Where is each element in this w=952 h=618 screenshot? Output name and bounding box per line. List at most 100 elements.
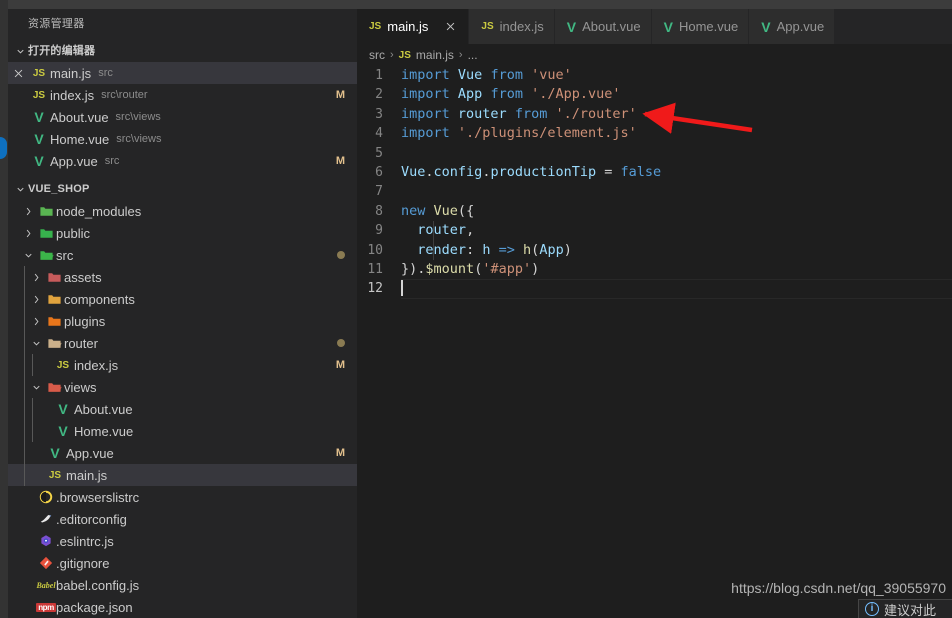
open-editor-item-app-vue[interactable]: V App.vue src M bbox=[8, 150, 357, 172]
tab-index-js[interactable]: JS index.js bbox=[469, 9, 555, 44]
tree-item-components[interactable]: components bbox=[8, 288, 357, 310]
open-editor-item-home-vue[interactable]: V Home.vue src\views bbox=[8, 128, 357, 150]
chevron-right-icon[interactable] bbox=[20, 206, 36, 217]
git-status-badge: M bbox=[335, 89, 345, 101]
code-line: 7 bbox=[357, 182, 952, 201]
tree-item-label: plugins bbox=[64, 313, 106, 329]
chevron-right-icon[interactable] bbox=[28, 272, 44, 283]
chevron-right-icon[interactable] bbox=[28, 294, 44, 305]
line-number: 5 bbox=[375, 145, 383, 161]
code-line: 8 new Vue({ bbox=[357, 202, 952, 221]
tree-item-assets[interactable]: assets bbox=[8, 266, 357, 288]
tree-item-label: node_modules bbox=[56, 203, 142, 219]
breadcrumb-item-0[interactable]: src bbox=[369, 48, 385, 62]
indent-guide bbox=[433, 221, 434, 260]
tree-item-app-vue[interactable]: V App.vue M bbox=[8, 442, 357, 464]
code-line: 6 Vue.config.productionTip = false bbox=[357, 163, 952, 182]
tree-item-browserslistrc[interactable]: .browserslistrc bbox=[8, 486, 357, 508]
chevron-down-icon[interactable] bbox=[28, 338, 44, 349]
open-editor-name: App.vue bbox=[50, 153, 98, 169]
explorer-root-label: VUE_SHOP bbox=[28, 183, 90, 195]
tab-app-vue[interactable]: V App.vue bbox=[749, 9, 836, 44]
explorer-root-header[interactable]: VUE_SHOP bbox=[8, 178, 357, 200]
tab-label: main.js bbox=[387, 19, 429, 34]
npm-icon: npm bbox=[36, 602, 56, 612]
explorer-file-tree: node_modulespublic src assets components plu… bbox=[8, 200, 357, 618]
code-text[interactable]: }).$mount('#app') bbox=[401, 260, 539, 279]
tree-item-home-vue[interactable]: V Home.vue bbox=[8, 420, 357, 442]
open-editor-path: src\views bbox=[116, 133, 162, 145]
tree-item-label: .gitignore bbox=[56, 555, 110, 571]
tree-item-main-js[interactable]: JS main.js bbox=[8, 464, 357, 486]
code-text[interactable]: import App from './App.vue' bbox=[401, 85, 621, 104]
tree-item-label: src bbox=[56, 247, 74, 263]
tree-item-babel-config-js[interactable]: Babel babel.config.js bbox=[8, 574, 357, 596]
tree-item-src[interactable]: src bbox=[8, 244, 357, 266]
tree-item-public[interactable]: public bbox=[8, 222, 357, 244]
code-text[interactable]: render: h => h(App) bbox=[401, 241, 572, 260]
code-text[interactable] bbox=[401, 279, 403, 298]
code-text[interactable]: Vue.config.productionTip = false bbox=[401, 163, 661, 182]
tab-home-vue[interactable]: V Home.vue bbox=[651, 9, 750, 44]
tree-item-index-js[interactable]: JS index.js M bbox=[8, 354, 357, 376]
close-icon[interactable] bbox=[442, 19, 458, 35]
folder-assets-icon bbox=[44, 270, 64, 285]
line-number: 3 bbox=[375, 106, 383, 122]
tree-item-node-modules[interactable]: node_modules bbox=[8, 200, 357, 222]
tree-item-package-json[interactable]: npm package.json bbox=[8, 596, 357, 618]
code-text[interactable]: import Vue from 'vue' bbox=[401, 66, 572, 85]
code-text[interactable]: router, bbox=[401, 221, 474, 240]
modified-dot-badge bbox=[337, 251, 345, 259]
code-text[interactable]: import router from './router' bbox=[401, 105, 637, 124]
open-editor-path: src bbox=[104, 155, 120, 167]
chevron-right-icon[interactable] bbox=[28, 316, 44, 327]
folder-router-icon bbox=[44, 336, 64, 351]
tab-main-js[interactable]: JS main.js bbox=[357, 9, 470, 44]
tree-item-about-vue[interactable]: V About.vue bbox=[8, 398, 357, 420]
modified-dot-badge bbox=[337, 339, 345, 347]
tree-item-router[interactable]: router bbox=[8, 332, 357, 354]
tree-item-label: package.json bbox=[56, 599, 133, 615]
tree-item-views[interactable]: views bbox=[8, 376, 357, 398]
tree-item-eslintrc-js[interactable]: .eslintrc.js bbox=[8, 530, 357, 552]
code-line: 12 bbox=[357, 279, 952, 299]
tree-item-editorconfig[interactable]: .editorconfig bbox=[8, 508, 357, 530]
chevron-right-icon[interactable] bbox=[20, 228, 36, 239]
activity-bar[interactable] bbox=[0, 9, 8, 618]
tree-item-plugins[interactable]: plugins bbox=[8, 310, 357, 332]
breadcrumb-label: main.js bbox=[415, 48, 454, 62]
code-line: 2 import App from './App.vue' bbox=[357, 85, 952, 104]
babel-icon: Babel bbox=[36, 581, 56, 590]
tree-item-label: .eslintrc.js bbox=[56, 533, 114, 549]
folder-public-icon bbox=[36, 226, 56, 241]
tree-item-label: index.js bbox=[74, 357, 119, 373]
js-file-icon: JS bbox=[32, 89, 46, 101]
tab-about-vue[interactable]: V About.vue bbox=[554, 9, 652, 44]
tree-item-label: assets bbox=[64, 269, 102, 285]
open-editor-path: src\router bbox=[101, 89, 148, 101]
breadcrumb-item-1[interactable]: JS main.js bbox=[399, 48, 454, 62]
code-text[interactable]: new Vue({ bbox=[401, 202, 474, 221]
indent-guide bbox=[24, 354, 25, 376]
code-line: 4 import './plugins/element.js' bbox=[357, 124, 952, 143]
breadcrumb-item-2[interactable]: ... bbox=[468, 48, 478, 62]
line-number: 12 bbox=[367, 281, 383, 297]
chevron-down-icon[interactable] bbox=[28, 382, 44, 393]
indent-guide bbox=[32, 398, 33, 420]
tree-item-label: .editorconfig bbox=[56, 511, 127, 527]
open-editor-item-main-js[interactable]: JS main.js src bbox=[8, 62, 357, 84]
open-editor-item-index-js[interactable]: JS index.js src\router M bbox=[8, 84, 357, 106]
code-text[interactable]: import './plugins/element.js' bbox=[401, 124, 637, 143]
close-icon[interactable] bbox=[8, 68, 28, 79]
tree-item-gitignore[interactable]: .gitignore bbox=[8, 552, 357, 574]
vue-file-icon: V bbox=[58, 401, 68, 417]
chevron-down-icon[interactable] bbox=[20, 250, 36, 261]
code-editor[interactable]: 1 import Vue from 'vue' 2 import App from '… bbox=[357, 66, 952, 618]
sidebar-title: 资源管理器 bbox=[28, 18, 85, 30]
notification-toast[interactable]: i 建议对此 bbox=[858, 599, 952, 618]
vue-file-icon: V bbox=[34, 153, 44, 169]
open-editor-name: index.js bbox=[50, 87, 95, 103]
breadcrumb-separator: › bbox=[458, 49, 463, 61]
open-editors-section-header[interactable]: 打开的编辑器 bbox=[8, 40, 357, 62]
open-editor-item-about-vue[interactable]: V About.vue src\views bbox=[8, 106, 357, 128]
